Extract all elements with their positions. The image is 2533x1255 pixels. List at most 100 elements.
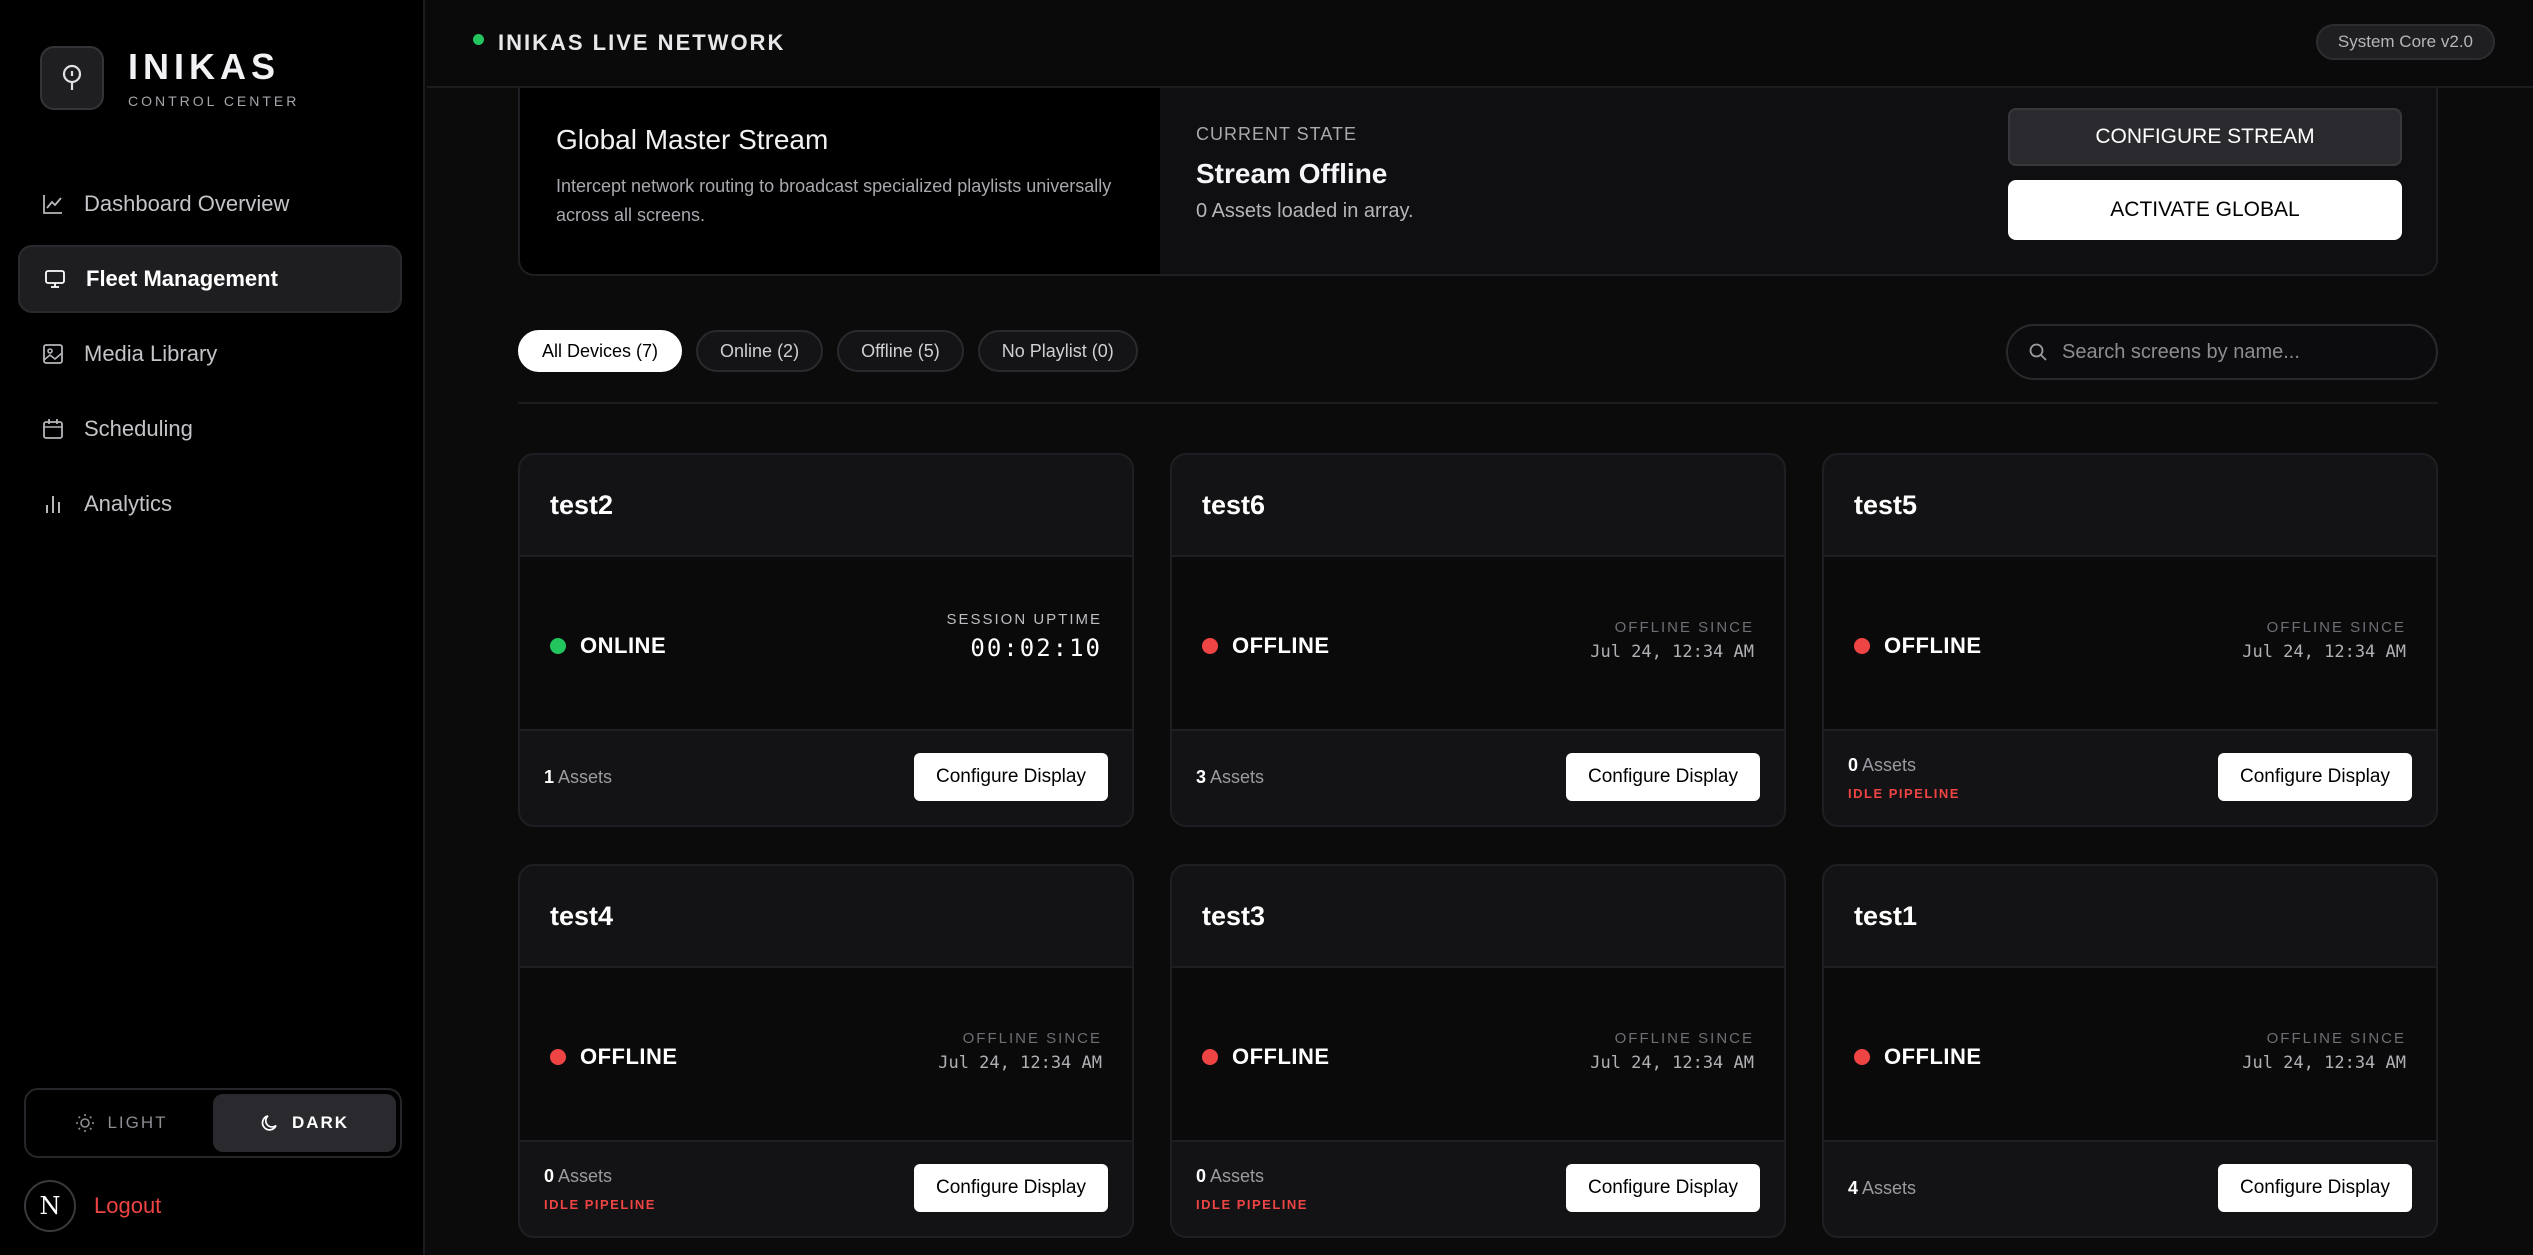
- meta-label: OFFLINE SINCE: [2266, 619, 2406, 636]
- device-name: test5: [1824, 455, 2436, 557]
- device-card-test4: test4 OFFLINE OFFLINE SINCE Jul 24, 12:3…: [518, 864, 1134, 1238]
- sidebar-item-scheduling[interactable]: Scheduling: [18, 395, 402, 463]
- search-box: [2006, 324, 2438, 380]
- network-label: INIKAS LIVE NETWORK: [498, 30, 786, 55]
- device-card-test1: test1 OFFLINE OFFLINE SINCE Jul 24, 12:3…: [1822, 864, 2438, 1238]
- status-indicator: ONLINE: [550, 633, 666, 659]
- sidebar-item-dashboard-overview[interactable]: Dashboard Overview: [18, 170, 402, 238]
- device-card-test2: test2 ONLINE SESSION UPTIME 00:02:10 1 A…: [518, 453, 1134, 827]
- sun-icon: [76, 1114, 95, 1132]
- device-name: test3: [1172, 866, 1784, 968]
- offline-dot-icon: [1202, 1049, 1218, 1065]
- global-stream-title: Global Master Stream: [556, 124, 829, 155]
- dark-theme-label: DARK: [291, 1113, 350, 1132]
- assets-count: 4 Assets: [1848, 1178, 1917, 1198]
- assets-count: 0 Assets: [1196, 1166, 1265, 1186]
- global-stream-panel: Global Master Stream Intercept network r…: [518, 88, 2438, 276]
- moon-icon: [261, 1115, 277, 1131]
- meta-value: Jul 24, 12:34 AM: [938, 1053, 1102, 1073]
- search-icon: [2029, 343, 2047, 361]
- idle-pipeline-badge: IDLE PIPELINE: [544, 1197, 656, 1212]
- session-uptime: SESSION UPTIME 00:02:10: [946, 611, 1102, 662]
- status-indicator: OFFLINE: [1202, 1044, 1330, 1070]
- offline-since: OFFLINE SINCE Jul 24, 12:34 AM: [2242, 619, 2406, 662]
- divider: [518, 402, 2438, 404]
- idle-pipeline-badge: IDLE PIPELINE: [1196, 1197, 1308, 1212]
- sidebar-item-media-library[interactable]: Media Library: [18, 320, 402, 388]
- search-input[interactable]: [2062, 340, 2422, 364]
- top-bar: INIKAS LIVE NETWORK System Core v2.0: [427, 0, 2533, 88]
- theme-toggle: LIGHT DARK: [24, 1088, 402, 1158]
- meta-label: OFFLINE SINCE: [962, 1030, 1102, 1047]
- meta-value: Jul 24, 12:34 AM: [1590, 1053, 1754, 1073]
- configure-stream-button[interactable]: CONFIGURE STREAM: [2008, 108, 2402, 166]
- device-filters: All Devices (7) Online (2) Offline (5) N…: [518, 330, 1152, 372]
- configure-display-button[interactable]: Configure Display: [2218, 753, 2412, 801]
- sidebar-item-label: Analytics: [84, 491, 173, 516]
- configure-display-button[interactable]: Configure Display: [914, 753, 1108, 801]
- status-text: OFFLINE: [1232, 1044, 1330, 1069]
- device-name: test2: [520, 455, 1132, 557]
- meta-value: Jul 24, 12:34 AM: [2242, 642, 2406, 662]
- activate-global-button[interactable]: ACTIVATE GLOBAL: [2008, 180, 2402, 240]
- sidebar-nav: Dashboard Overview Fleet Management Medi…: [18, 170, 402, 545]
- online-dot-icon: [550, 638, 566, 654]
- calendar-icon: [42, 418, 64, 440]
- device-card-test6: test6 OFFLINE OFFLINE SINCE Jul 24, 12:3…: [1170, 453, 1786, 827]
- current-state-assets: 0 Assets loaded in array.: [1196, 200, 1414, 222]
- assets-count: 0 Assets: [1848, 755, 1917, 775]
- light-theme-button[interactable]: LIGHT: [30, 1094, 213, 1152]
- offline-dot-icon: [1854, 638, 1870, 654]
- sidebar-item-label: Scheduling: [84, 416, 193, 441]
- status-text: ONLINE: [580, 633, 667, 658]
- brand-subtitle: CONTROL CENTER: [128, 93, 300, 109]
- device-card-test3: test3 OFFLINE OFFLINE SINCE Jul 24, 12:3…: [1170, 864, 1786, 1238]
- current-state-value: Stream Offline: [1196, 158, 1388, 189]
- status-text: OFFLINE: [580, 1044, 678, 1069]
- sidebar-item-analytics[interactable]: Analytics: [18, 470, 402, 538]
- user-row: N Logout: [24, 1180, 161, 1232]
- offline-since: OFFLINE SINCE Jul 24, 12:34 AM: [1590, 619, 1754, 662]
- status-indicator: OFFLINE: [1202, 633, 1330, 659]
- meta-label: OFFLINE SINCE: [1614, 619, 1754, 636]
- offline-since: OFFLINE SINCE Jul 24, 12:34 AM: [938, 1030, 1102, 1073]
- configure-display-button[interactable]: Configure Display: [1566, 753, 1760, 801]
- device-name: test1: [1824, 866, 2436, 968]
- light-theme-label: LIGHT: [107, 1113, 168, 1132]
- live-status-dot-icon: [473, 33, 484, 45]
- meta-label: OFFLINE SINCE: [2266, 1030, 2406, 1047]
- sidebar-item-label: Dashboard Overview: [84, 191, 290, 216]
- assets-count: 3 Assets: [1196, 767, 1265, 787]
- assets-count: 0 Assets: [544, 1166, 613, 1186]
- bar-chart-icon: [42, 493, 64, 515]
- sidebar-item-fleet-management[interactable]: Fleet Management: [18, 245, 402, 313]
- offline-dot-icon: [550, 1049, 566, 1065]
- global-stream-description: Intercept network routing to broadcast s…: [556, 176, 1112, 225]
- global-stream-info: Global Master Stream Intercept network r…: [520, 88, 1160, 274]
- sidebar: INIKAS CONTROL CENTER Dashboard Overview…: [0, 0, 425, 1255]
- network-status: INIKAS LIVE NETWORK: [473, 30, 785, 56]
- device-name: test4: [520, 866, 1132, 968]
- configure-display-button[interactable]: Configure Display: [914, 1164, 1108, 1212]
- configure-display-button[interactable]: Configure Display: [2218, 1164, 2412, 1212]
- dark-theme-button[interactable]: DARK: [213, 1094, 396, 1152]
- offline-since: OFFLINE SINCE Jul 24, 12:34 AM: [2242, 1030, 2406, 1073]
- avatar[interactable]: N: [24, 1180, 76, 1232]
- status-text: OFFLINE: [1884, 633, 1982, 658]
- meta-value: 00:02:10: [970, 634, 1102, 662]
- filter-online[interactable]: Online (2): [696, 330, 824, 372]
- brand-title: INIKAS: [128, 46, 281, 87]
- filter-offline[interactable]: Offline (5): [837, 330, 964, 372]
- filter-no-playlist[interactable]: No Playlist (0): [977, 330, 1138, 372]
- current-state-label: CURRENT STATE: [1196, 124, 1358, 144]
- logout-link[interactable]: Logout: [94, 1193, 161, 1219]
- status-text: OFFLINE: [1232, 633, 1330, 658]
- device-card-test5: test5 OFFLINE OFFLINE SINCE Jul 24, 12:3…: [1822, 453, 2438, 827]
- status-indicator: OFFLINE: [1854, 1044, 1982, 1070]
- image-icon: [42, 343, 64, 365]
- configure-display-button[interactable]: Configure Display: [1566, 1164, 1760, 1212]
- assets-count: 1 Assets: [544, 767, 613, 787]
- status-indicator: OFFLINE: [550, 1044, 678, 1070]
- chart-line-icon: [42, 193, 64, 215]
- filter-all-devices[interactable]: All Devices (7): [518, 330, 683, 372]
